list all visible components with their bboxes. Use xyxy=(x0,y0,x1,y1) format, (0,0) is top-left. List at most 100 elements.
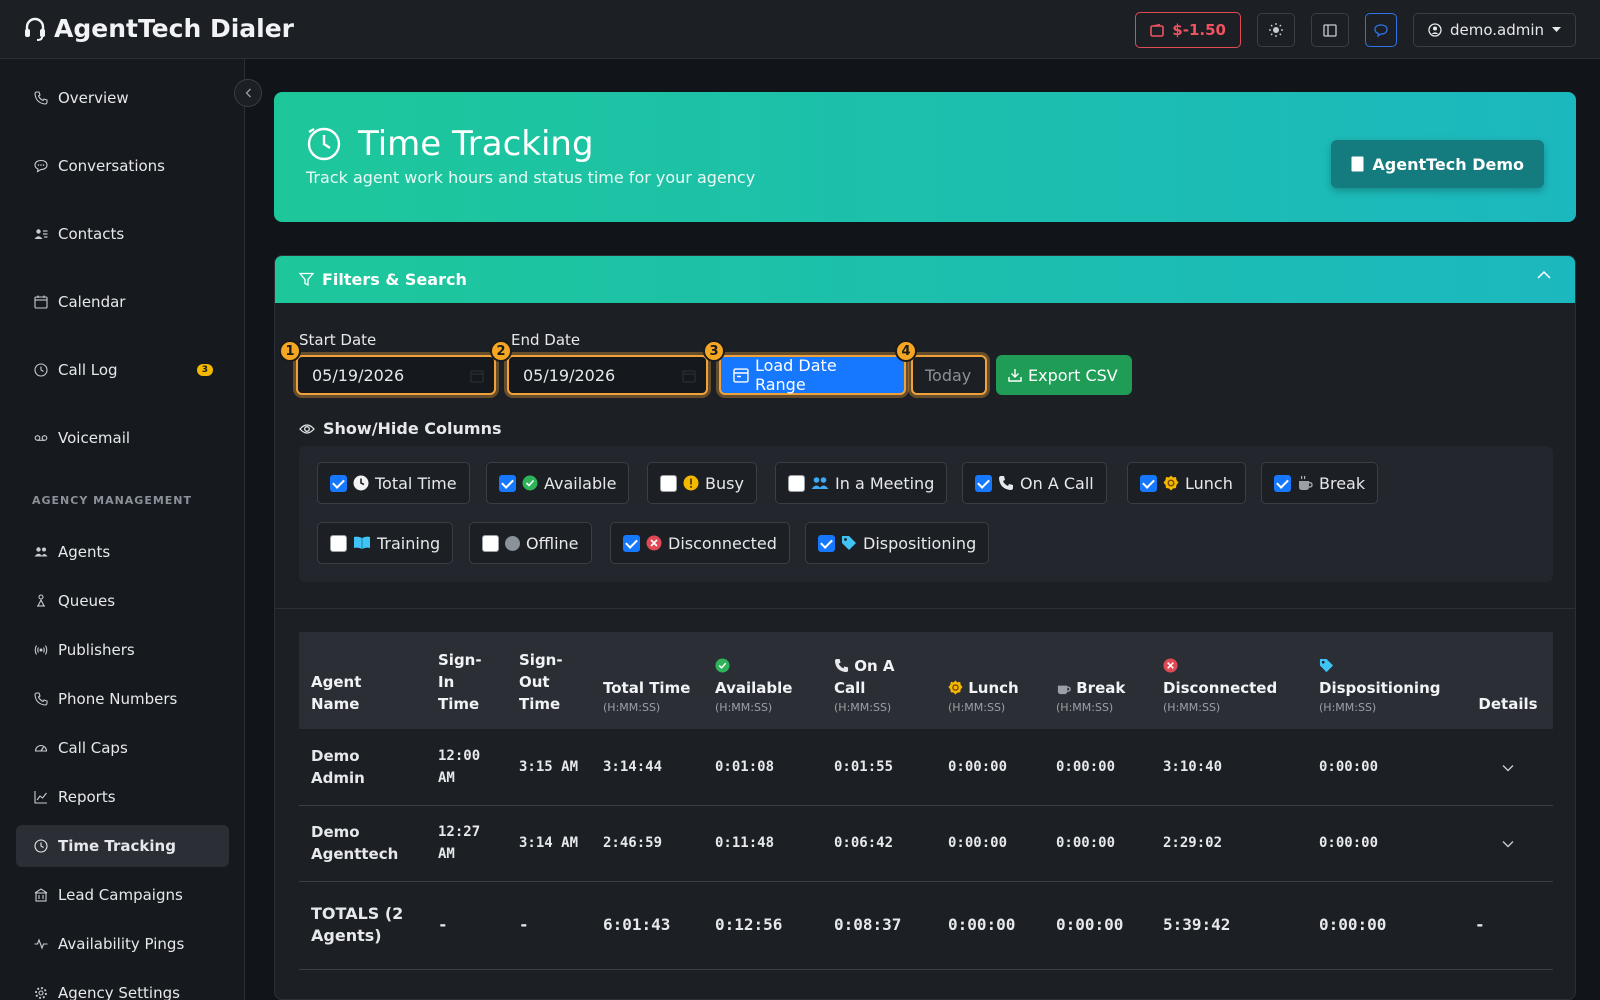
sidebar-item-availability-pings[interactable]: Availability Pings xyxy=(16,923,229,965)
calendar-icon[interactable] xyxy=(682,369,696,383)
filters-panel-header[interactable]: Filters & Search xyxy=(275,256,1575,303)
layout-toggle-button[interactable] xyxy=(1310,13,1349,47)
column-toggle-total-time[interactable]: Total Time xyxy=(317,462,470,504)
calendar-icon[interactable] xyxy=(470,369,484,383)
step-badge-1: 1 xyxy=(279,340,301,362)
disconnected-cell: 2:29:02 xyxy=(1151,805,1307,882)
sidebar-item-queues[interactable]: Queues xyxy=(16,580,229,622)
sign-out-cell: 3:14 AM xyxy=(507,805,591,882)
column-header-available[interactable]: Available (H:MM:SS) xyxy=(703,632,822,729)
start-date-input[interactable]: 05/19/2026 xyxy=(296,355,496,395)
check-circle-icon xyxy=(715,658,730,673)
chevron-down-icon[interactable] xyxy=(1502,840,1514,848)
chat-button[interactable] xyxy=(1364,13,1397,47)
checkbox[interactable] xyxy=(818,534,835,552)
page-header-banner: Time Tracking Track agent work hours and… xyxy=(274,92,1576,222)
sidebar-item-agency-settings[interactable]: Agency Settings xyxy=(16,972,229,1000)
column-toggle-offline[interactable]: Offline xyxy=(469,522,592,564)
step-badge-2: 2 xyxy=(490,340,512,362)
sidebar-collapse-button[interactable] xyxy=(234,79,262,107)
export-csv-button[interactable]: Export CSV xyxy=(996,355,1132,395)
column-header-lunch[interactable]: Lunch (H:MM:SS) xyxy=(936,632,1044,729)
table-row[interactable]: Demo Admin 12:00 AM 3:15 AM 3:14:44 0:01… xyxy=(299,729,1553,806)
column-toggle-dispositioning[interactable]: Dispositioning xyxy=(805,522,990,564)
checkbox[interactable] xyxy=(330,474,347,492)
column-toggle-training[interactable]: Training xyxy=(317,522,454,564)
chevron-down-icon[interactable] xyxy=(1502,764,1514,772)
chevron-up-icon[interactable] xyxy=(1537,270,1551,279)
end-date-input[interactable]: 05/19/2026 xyxy=(507,355,708,395)
table-row[interactable]: Demo Agenttech 12:27 AM 3:14 AM 2:46:59 … xyxy=(299,805,1553,882)
queue-icon xyxy=(37,594,45,607)
end-date-label: End Date xyxy=(511,331,581,349)
column-header-on-a-call[interactable]: On A Call (H:MM:SS) xyxy=(822,632,936,729)
time-tracking-table: Agent Name Sign-In Time Sign-Out Time To… xyxy=(299,632,1553,970)
column-toggle-label: Lunch xyxy=(1185,473,1233,493)
agency-button[interactable]: AgentTech Demo xyxy=(1331,140,1544,188)
column-toggle-disconnected[interactable]: Disconnected xyxy=(610,522,790,564)
column-toggle-available[interactable]: Available xyxy=(486,462,630,504)
checkbox[interactable] xyxy=(499,474,516,492)
checkbox[interactable] xyxy=(660,474,677,492)
column-header-break[interactable]: Break (H:MM:SS) xyxy=(1044,632,1151,729)
sidebar-item-conversations[interactable]: Conversations xyxy=(16,145,229,187)
checkbox[interactable] xyxy=(1140,474,1157,492)
sidebar-item-overview[interactable]: Overview xyxy=(16,77,229,119)
sidebar-item-lead-campaigns[interactable]: Lead Campaigns xyxy=(16,874,229,916)
checkbox[interactable] xyxy=(788,474,805,492)
column-header-agent-name[interactable]: Agent Name xyxy=(299,632,426,729)
sidebar-item-voicemail[interactable]: Voicemail xyxy=(16,417,229,459)
page-subtitle: Track agent work hours and status time f… xyxy=(306,168,756,187)
sidebar-section-agency-management: AGENCY MANAGEMENT xyxy=(32,494,193,507)
sign-in-cell: 12:27 AM xyxy=(426,805,507,882)
balance-button[interactable]: $-1.50 xyxy=(1135,12,1241,48)
sidebar-item-call-log[interactable]: Call Log 3 xyxy=(16,349,229,391)
sidebar-item-agents[interactable]: Agents xyxy=(16,531,229,573)
column-toggle-in-a-meeting[interactable]: In a Meeting xyxy=(775,462,948,504)
users-icon xyxy=(34,547,48,557)
sidebar-item-label: Queues xyxy=(58,592,116,610)
column-toggle-lunch[interactable]: Lunch xyxy=(1127,462,1246,504)
dispositioning-cell: 0:00:00 xyxy=(1307,881,1463,970)
caret-down-icon xyxy=(1552,27,1561,32)
sign-out-cell: - xyxy=(507,881,591,970)
column-header-dispositioning[interactable]: Dispositioning (H:MM:SS) xyxy=(1307,632,1463,729)
column-header-sign-in-time[interactable]: Sign-In Time xyxy=(426,632,507,729)
sidebar-item-publishers[interactable]: Publishers xyxy=(16,629,229,671)
checkbox[interactable] xyxy=(330,534,347,552)
column-header-sign-out-time[interactable]: Sign-Out Time xyxy=(507,632,591,729)
user-menu-button[interactable]: demo.admin xyxy=(1412,13,1576,47)
sidebar-item-contacts[interactable]: Contacts xyxy=(16,213,229,255)
checkbox[interactable] xyxy=(1274,474,1291,492)
column-header-disconnected[interactable]: Disconnected (H:MM:SS) xyxy=(1151,632,1307,729)
step-badge-4: 4 xyxy=(895,340,917,362)
phone-icon xyxy=(34,692,48,706)
sign-out-cell: 3:15 AM xyxy=(507,729,591,806)
sidebar-item-reports[interactable]: Reports xyxy=(16,776,229,818)
unit-label: (H:MM:SS) xyxy=(1056,701,1114,714)
clock-icon xyxy=(34,363,48,377)
app-brand[interactable]: AgentTech Dialer xyxy=(24,14,294,43)
sidebar-item-phone-numbers[interactable]: Phone Numbers xyxy=(16,678,229,720)
checkbox[interactable] xyxy=(623,534,640,552)
today-button[interactable]: Today xyxy=(911,355,987,395)
coffee-icon xyxy=(1299,475,1313,490)
load-date-range-button[interactable]: Load Date Range xyxy=(719,355,906,395)
sidebar-item-call-caps[interactable]: Call Caps xyxy=(16,727,229,769)
column-toggle-busy[interactable]: Busy xyxy=(647,462,757,504)
chat-icon xyxy=(1374,23,1388,37)
unit-label: (H:MM:SS) xyxy=(1163,701,1221,714)
sidebar-item-calendar[interactable]: Calendar xyxy=(16,281,229,323)
sidebar-item-time-tracking[interactable]: Time Tracking xyxy=(16,825,229,867)
column-toggle-on-a-call[interactable]: On A Call xyxy=(962,462,1107,504)
checkbox[interactable] xyxy=(482,534,499,552)
lunch-cell: 0:00:00 xyxy=(936,805,1044,882)
lunch-cell: 0:00:00 xyxy=(936,729,1044,806)
theme-toggle-button[interactable] xyxy=(1256,13,1295,47)
checkbox[interactable] xyxy=(975,474,992,492)
column-header-total-time[interactable]: Total Time (H:MM:SS) xyxy=(591,632,703,729)
chart-icon xyxy=(34,791,47,804)
show-hide-columns-title[interactable]: Show/Hide Columns xyxy=(299,419,501,438)
sidebar-item-label: Calendar xyxy=(58,293,126,311)
column-toggle-break[interactable]: Break xyxy=(1261,462,1379,504)
